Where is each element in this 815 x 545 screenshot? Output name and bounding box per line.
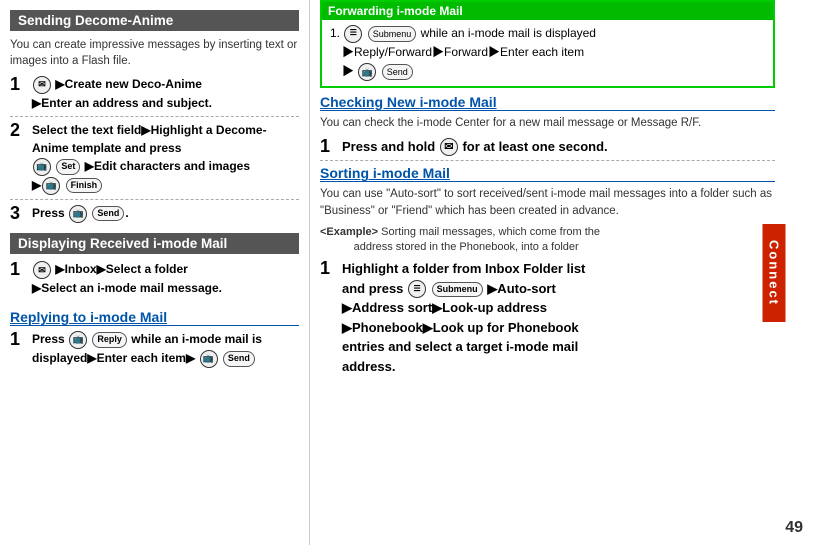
menu-icon-fwd: ☰: [344, 25, 362, 43]
send-button-fwd[interactable]: Send: [382, 64, 413, 80]
tv-icon-fwd: 📺: [358, 63, 376, 81]
page-number: 49: [785, 519, 803, 537]
section1-title: Sending Decome-Anime: [10, 10, 299, 31]
send-label-2: Send: [228, 352, 250, 366]
submenu-label-sort: Submenu: [437, 283, 478, 297]
finish-button[interactable]: Finish: [66, 178, 103, 194]
envelope-icon: ✉: [440, 138, 458, 156]
disp-step1-content: ✉ ▶Inbox▶Select a folder▶Select an i-mod…: [32, 260, 299, 297]
right-column: Forwarding i-mode Mail 1. ☰ Submenu whil…: [310, 0, 815, 545]
submenu-button-sort[interactable]: Submenu: [432, 282, 483, 298]
sorting-intro: You can use "Auto-sort" to sort received…: [320, 186, 775, 218]
tv-icon-send2: 📺: [200, 350, 218, 368]
menu-icon-sort: ☰: [408, 280, 426, 298]
mail-icon: ✉: [33, 76, 51, 94]
mail-icon-2: ✉: [33, 261, 51, 279]
send-button-left[interactable]: Send: [92, 206, 124, 222]
check-step: 1 Press and hold ✉ for at least one seco…: [320, 137, 775, 162]
connect-label: Connect: [763, 224, 786, 322]
forwarding-content: 1. ☰ Submenu while an i-mode mail is dis…: [330, 24, 765, 82]
tv-icon-finish: 📺: [42, 177, 60, 195]
section1-intro: You can create impressive messages by in…: [10, 37, 299, 69]
left-step3-content: Press 📺 Send .: [32, 204, 299, 223]
tv-icon-send: 📺: [69, 205, 87, 223]
left-step3: 3 Press 📺 Send .: [10, 204, 299, 228]
tv-icon-set: 📺: [33, 158, 51, 176]
sorting-heading: Sorting i-mode Mail: [320, 165, 775, 182]
reply-label: Reply: [97, 333, 122, 347]
forwarding-title: Forwarding i-mode Mail: [322, 2, 773, 20]
submenu-label-fwd: Submenu: [373, 27, 412, 41]
send-button-reply[interactable]: Send: [223, 351, 255, 367]
tv-icon-reply: 📺: [69, 331, 87, 349]
left-step1: 1 ✉ ▶Create new Deco-Anime▶Enter an addr…: [10, 75, 299, 117]
sort-step: 1 Highlight a folder from Inbox Folder l…: [320, 259, 775, 380]
reply-button[interactable]: Reply: [92, 332, 127, 348]
checking-heading: Checking New i-mode Mail: [320, 94, 775, 111]
check-step-content: Press and hold ✉ for at least one second…: [342, 137, 775, 157]
section2-title: Displaying Received i-mode Mail: [10, 233, 299, 254]
left-step2-content: Select the text field▶Highlight a Decome…: [32, 121, 299, 195]
right-inner: Forwarding i-mode Mail 1. ☰ Submenu whil…: [320, 0, 805, 380]
forwarding-box: Forwarding i-mode Mail 1. ☰ Submenu whil…: [320, 0, 775, 88]
send-label-fwd: Send: [387, 65, 408, 79]
reply-step1-content: Press 📺 Reply while an i-mode mail isdis…: [32, 330, 299, 368]
set-button[interactable]: Set: [56, 159, 80, 175]
finish-button-label: Finish: [71, 179, 98, 193]
example-block: <Example> Sorting mail messages, which c…: [320, 225, 775, 256]
submenu-button-fwd[interactable]: Submenu: [368, 26, 417, 42]
section3-heading: Replying to i-mode Mail: [10, 309, 299, 326]
checking-intro: You can check the i-mode Center for a ne…: [320, 115, 775, 131]
left-step1-content: ✉ ▶Create new Deco-Anime▶Enter an addres…: [32, 75, 299, 112]
left-step2: 2 Select the text field▶Highlight a Deco…: [10, 121, 299, 200]
reply-step1: 1 Press 📺 Reply while an i-mode mail isd…: [10, 330, 299, 372]
set-button-label: Set: [61, 160, 75, 174]
sort-step-content: Highlight a folder from Inbox Folder lis…: [342, 259, 775, 376]
send-label: Send: [97, 207, 119, 221]
disp-step1: 1 ✉ ▶Inbox▶Select a folder▶Select an i-m…: [10, 260, 299, 301]
left-column: Sending Decome-Anime You can create impr…: [0, 0, 310, 545]
